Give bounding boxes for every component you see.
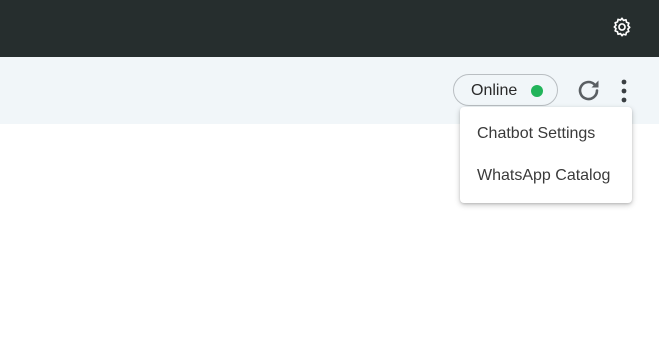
status-label: Online bbox=[471, 82, 518, 99]
status-toggle[interactable]: Online bbox=[453, 74, 558, 106]
top-bar bbox=[0, 0, 659, 57]
menu-item-chatbot-settings[interactable]: Chatbot Settings bbox=[460, 114, 632, 154]
more-vertical-icon bbox=[621, 79, 627, 103]
online-indicator-dot bbox=[531, 85, 543, 97]
menu-item-label: Chatbot Settings bbox=[477, 125, 596, 142]
menu-item-whatsapp-catalog[interactable]: WhatsApp Catalog bbox=[460, 156, 632, 196]
menu-item-label: WhatsApp Catalog bbox=[477, 167, 611, 184]
refresh-button[interactable] bbox=[575, 77, 602, 104]
gear-icon bbox=[613, 17, 631, 37]
more-options-button[interactable] bbox=[614, 78, 634, 104]
settings-button[interactable] bbox=[611, 16, 633, 38]
options-dropdown-menu: Chatbot Settings WhatsApp Catalog bbox=[460, 107, 632, 203]
refresh-icon bbox=[578, 80, 599, 101]
